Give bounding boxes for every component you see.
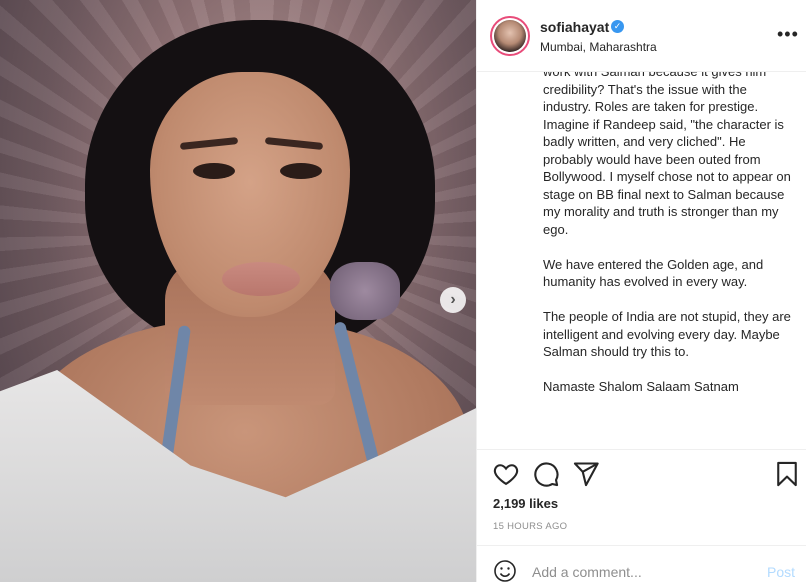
like-button[interactable] [492, 460, 520, 488]
caption-paragraph: We have entered the Golden age, and huma… [543, 256, 764, 290]
caption-paragraph: Namaste Shalom Salaam Satnam [543, 379, 739, 394]
comment-input[interactable] [532, 559, 752, 582]
caption-paragraph: The people of India are not stupid, they… [543, 309, 791, 359]
chevron-right-icon: › [450, 291, 456, 308]
comment-icon [534, 462, 559, 487]
post-timestamp[interactable]: 15 HOURS AGO [493, 521, 567, 532]
avatar-image [494, 20, 526, 52]
heart-icon [493, 464, 519, 486]
avatar[interactable] [490, 16, 530, 56]
smiley-icon [494, 560, 516, 582]
action-bar: 2,199 likes 15 HOURS AGO [477, 450, 806, 550]
bookmark-icon [777, 461, 797, 487]
emoji-button[interactable] [493, 559, 517, 582]
save-button[interactable] [773, 460, 801, 488]
username-link[interactable]: sofiahayat [540, 19, 609, 35]
verified-badge-icon: ✓ [611, 20, 624, 33]
location-link[interactable]: Mumbai, Maharashtra [540, 40, 657, 54]
comment-button[interactable] [532, 460, 560, 488]
next-photo-button[interactable]: › [440, 287, 466, 313]
post-side-panel: sofiahayat ✓ Mumbai, Maharashtra ••• wor… [476, 0, 806, 582]
photo-pillow [330, 262, 400, 320]
photo-right-eye [280, 163, 322, 179]
caption-paragraph: work with Salman because it gives him cr… [543, 72, 791, 237]
post-header: sofiahayat ✓ Mumbai, Maharashtra ••• [477, 0, 806, 72]
photo-left-eye [193, 163, 235, 179]
post-comment-button[interactable]: Post [767, 564, 795, 580]
photo-lips [222, 262, 300, 296]
share-button[interactable] [572, 460, 600, 488]
likes-count[interactable]: 2,199 likes [493, 496, 558, 511]
post-photo[interactable]: › [0, 0, 476, 582]
caption-scroll-area[interactable]: work with Salman because it gives him cr… [477, 72, 806, 450]
comment-bar: Post [477, 545, 806, 582]
caption-text: work with Salman because it gives him cr… [543, 72, 795, 413]
more-options-button[interactable]: ••• [777, 24, 799, 45]
paper-plane-icon [573, 462, 599, 487]
